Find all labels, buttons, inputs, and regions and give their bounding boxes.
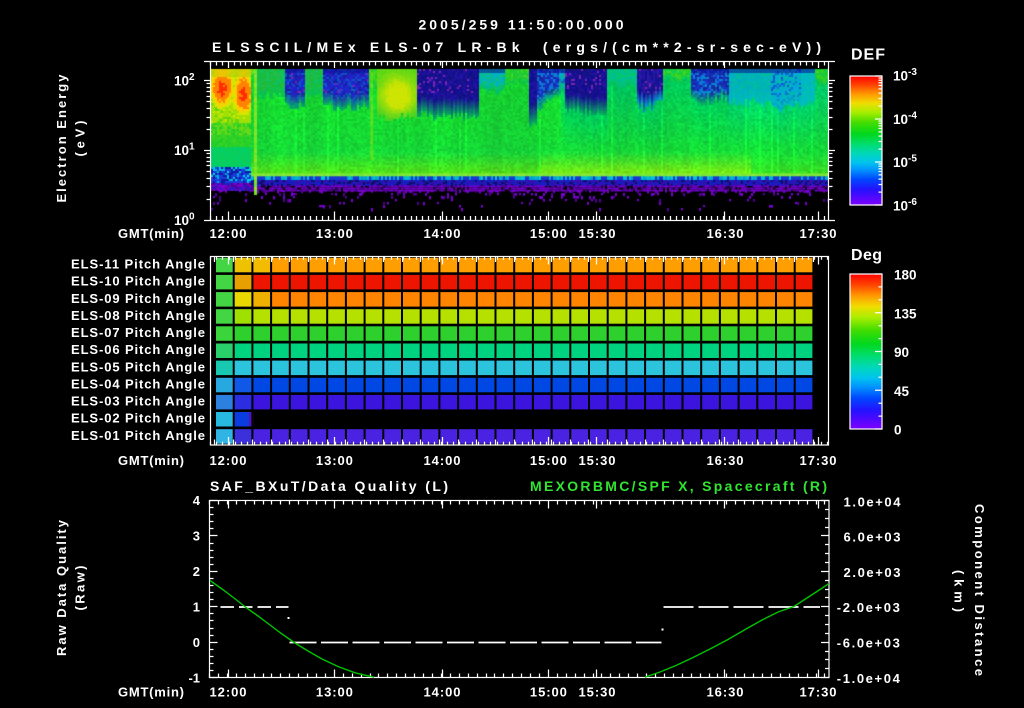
svg-text:17:30: 17:30 <box>800 685 837 700</box>
svg-text:Component Distance: Component Distance <box>972 504 987 676</box>
svg-text:Electron Energy: Electron Energy <box>54 74 69 203</box>
svg-text:12:00: 12:00 <box>210 685 247 700</box>
svg-text:16:30: 16:30 <box>707 453 744 468</box>
svg-text:3: 3 <box>193 529 200 544</box>
svg-text:15:30: 15:30 <box>579 226 616 241</box>
svg-text:17:30: 17:30 <box>800 226 837 241</box>
svg-text:(Raw): (Raw) <box>73 566 88 611</box>
svg-text:ELS-07 Pitch Angle: ELS-07 Pitch Angle <box>71 325 205 340</box>
svg-text:16:30: 16:30 <box>707 226 744 241</box>
svg-text:12:00: 12:00 <box>210 226 247 241</box>
svg-text:-1: -1 <box>188 670 200 685</box>
svg-text:ELS-11 Pitch Angle: ELS-11 Pitch Angle <box>71 257 205 272</box>
svg-text:14:00: 14:00 <box>424 685 461 700</box>
svg-text:6.0e+03: 6.0e+03 <box>844 529 901 544</box>
svg-text:ELS-02 Pitch Angle: ELS-02 Pitch Angle <box>71 411 205 426</box>
svg-text:15:00: 15:00 <box>530 226 567 241</box>
svg-text:DEF: DEF <box>851 47 885 64</box>
svg-text:ELSSCIL/MEx ELS-07 LR-Bk (erg: ELSSCIL/MEx ELS-07 LR-Bk (ergs/(cm**2-sr… <box>212 39 821 55</box>
svg-text:2: 2 <box>193 564 200 579</box>
svg-text:15:00: 15:00 <box>530 685 567 700</box>
svg-text:2.0e+03: 2.0e+03 <box>844 565 901 580</box>
svg-text:13:00: 13:00 <box>316 226 353 241</box>
svg-text:10-3: 10-3 <box>893 67 917 84</box>
svg-text:45: 45 <box>894 384 910 399</box>
svg-text:-2.0e+03: -2.0e+03 <box>837 600 900 615</box>
svg-text:102: 102 <box>174 72 195 89</box>
svg-text:14:00: 14:00 <box>424 226 461 241</box>
svg-text:SAF_BXuT/Data Quality (L): SAF_BXuT/Data Quality (L) <box>210 478 448 494</box>
svg-text:17:30: 17:30 <box>800 453 837 468</box>
svg-text:(eV): (eV) <box>73 121 88 157</box>
svg-text:ELS-10 Pitch Angle: ELS-10 Pitch Angle <box>71 274 205 289</box>
svg-text:15:30: 15:30 <box>579 685 616 700</box>
svg-text:ELS-04 Pitch Angle: ELS-04 Pitch Angle <box>71 376 205 391</box>
svg-text:0: 0 <box>894 423 902 438</box>
svg-text:(km): (km) <box>952 570 967 612</box>
svg-text:GMT(min): GMT(min) <box>118 685 184 700</box>
svg-text:135: 135 <box>894 306 917 321</box>
svg-text:10-5: 10-5 <box>893 154 917 171</box>
svg-text:1.0e+04: 1.0e+04 <box>844 495 902 510</box>
svg-text:90: 90 <box>894 345 909 360</box>
svg-text:GMT(min): GMT(min) <box>118 453 184 468</box>
svg-text:14:00: 14:00 <box>424 453 461 468</box>
svg-text:0: 0 <box>193 635 200 650</box>
svg-text:Raw Data Quality: Raw Data Quality <box>54 519 69 656</box>
svg-text:101: 101 <box>174 142 195 159</box>
svg-text:-1.0e+04: -1.0e+04 <box>837 671 901 686</box>
svg-text:2005/259 11:50:00.000: 2005/259 11:50:00.000 <box>419 17 624 33</box>
svg-text:13:00: 13:00 <box>316 453 353 468</box>
svg-text:1: 1 <box>193 600 200 615</box>
svg-text:Deg: Deg <box>851 247 882 264</box>
svg-text:10-6: 10-6 <box>893 197 917 214</box>
svg-text:ELS-05 Pitch Angle: ELS-05 Pitch Angle <box>71 359 205 374</box>
svg-text:12:00: 12:00 <box>210 453 247 468</box>
svg-text:ELS-06 Pitch Angle: ELS-06 Pitch Angle <box>71 342 205 357</box>
svg-text:ELS-01 Pitch Angle: ELS-01 Pitch Angle <box>71 428 205 443</box>
svg-text:GMT(min): GMT(min) <box>118 226 184 241</box>
svg-text:13:00: 13:00 <box>316 685 353 700</box>
svg-text:10-4: 10-4 <box>893 110 917 127</box>
svg-text:MEXORBMC/SPF X, Spacecraft (R): MEXORBMC/SPF X, Spacecraft (R) <box>530 478 827 494</box>
svg-text:16:30: 16:30 <box>707 685 744 700</box>
svg-text:15:00: 15:00 <box>530 453 567 468</box>
svg-text:ELS-08 Pitch Angle: ELS-08 Pitch Angle <box>71 308 205 323</box>
svg-text:15:30: 15:30 <box>579 453 616 468</box>
svg-text:4: 4 <box>193 493 201 508</box>
svg-text:180: 180 <box>894 268 917 283</box>
svg-text:ELS-03 Pitch Angle: ELS-03 Pitch Angle <box>71 394 205 409</box>
svg-text:-6.0e+03: -6.0e+03 <box>837 636 900 651</box>
svg-text:ELS-09 Pitch Angle: ELS-09 Pitch Angle <box>71 291 205 306</box>
